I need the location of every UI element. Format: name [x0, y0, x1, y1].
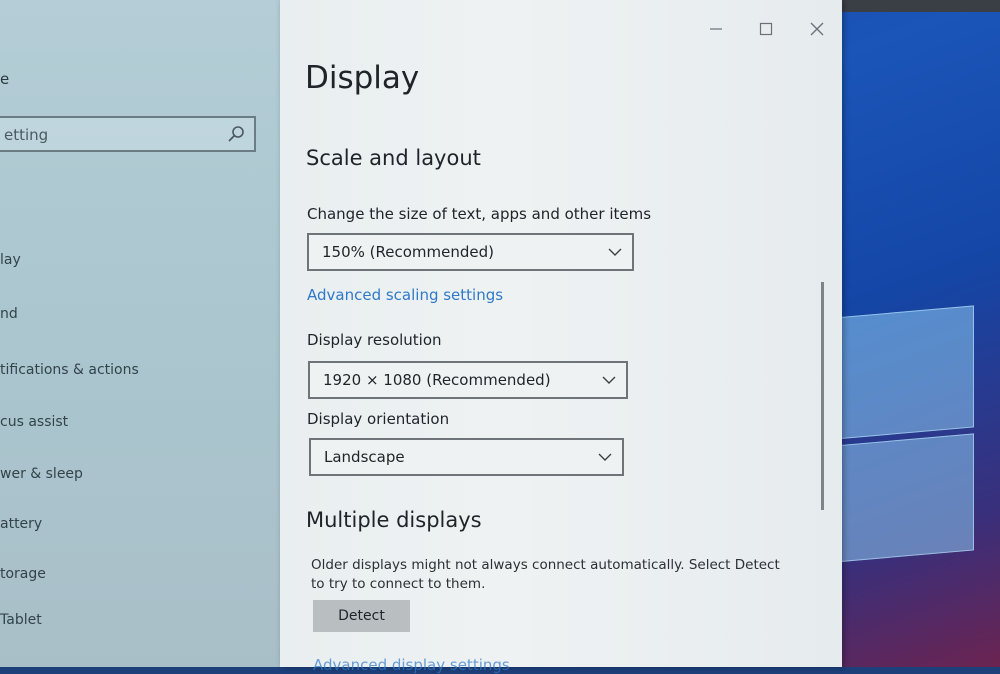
section-title-multiple: Multiple displays — [306, 508, 482, 532]
chevron-down-icon — [608, 248, 622, 256]
advanced-scaling-link[interactable]: Advanced scaling settings — [307, 286, 503, 304]
resolution-label: Display resolution — [307, 331, 442, 349]
resolution-dropdown[interactable]: 1920 × 1080 (Recommended) — [308, 361, 628, 399]
scrollbar[interactable] — [821, 282, 824, 510]
settings-nav-pane: e etting lay nd tifications & actions cus a… — [0, 0, 280, 667]
multiple-displays-description: Older displays might not always connect … — [311, 557, 780, 592]
close-icon[interactable] — [806, 18, 828, 40]
display-settings-window: Display Scale and layout Change the size… — [280, 0, 842, 674]
search-placeholder: etting — [4, 126, 49, 144]
sidebar-item[interactable]: nd — [0, 306, 18, 322]
sidebar-item[interactable]: lay — [0, 252, 21, 268]
section-title-scale: Scale and layout — [306, 146, 481, 170]
minimize-icon[interactable] — [705, 18, 727, 40]
chevron-down-icon — [598, 453, 612, 461]
search-input[interactable]: etting — [0, 116, 256, 152]
sidebar-item[interactable]: attery — [0, 516, 42, 532]
sidebar-item[interactable]: tifications & actions — [0, 362, 139, 378]
scale-value: 150% (Recommended) — [322, 243, 494, 261]
orientation-dropdown[interactable]: Landscape — [309, 438, 624, 476]
scale-dropdown[interactable]: 150% (Recommended) — [307, 233, 634, 271]
chevron-down-icon — [602, 376, 616, 384]
advanced-display-link[interactable]: Advanced display settings — [313, 656, 510, 674]
monitor-bezel — [842, 0, 1000, 12]
resolution-value: 1920 × 1080 (Recommended) — [323, 371, 551, 389]
orientation-label: Display orientation — [307, 410, 450, 428]
scale-label: Change the size of text, apps and other … — [307, 205, 652, 223]
nav-home-label[interactable]: e — [0, 70, 9, 88]
sidebar-item[interactable]: wer & sleep — [0, 466, 83, 482]
maximize-icon[interactable] — [755, 18, 777, 40]
detect-button[interactable]: Detect — [313, 600, 410, 632]
sidebar-item[interactable]: torage — [0, 566, 46, 582]
sidebar-item[interactable]: cus assist — [0, 414, 68, 430]
sidebar-item[interactable]: Tablet — [0, 612, 42, 628]
page-title: Display — [305, 60, 420, 96]
orientation-value: Landscape — [324, 448, 405, 466]
search-icon[interactable] — [226, 124, 246, 144]
